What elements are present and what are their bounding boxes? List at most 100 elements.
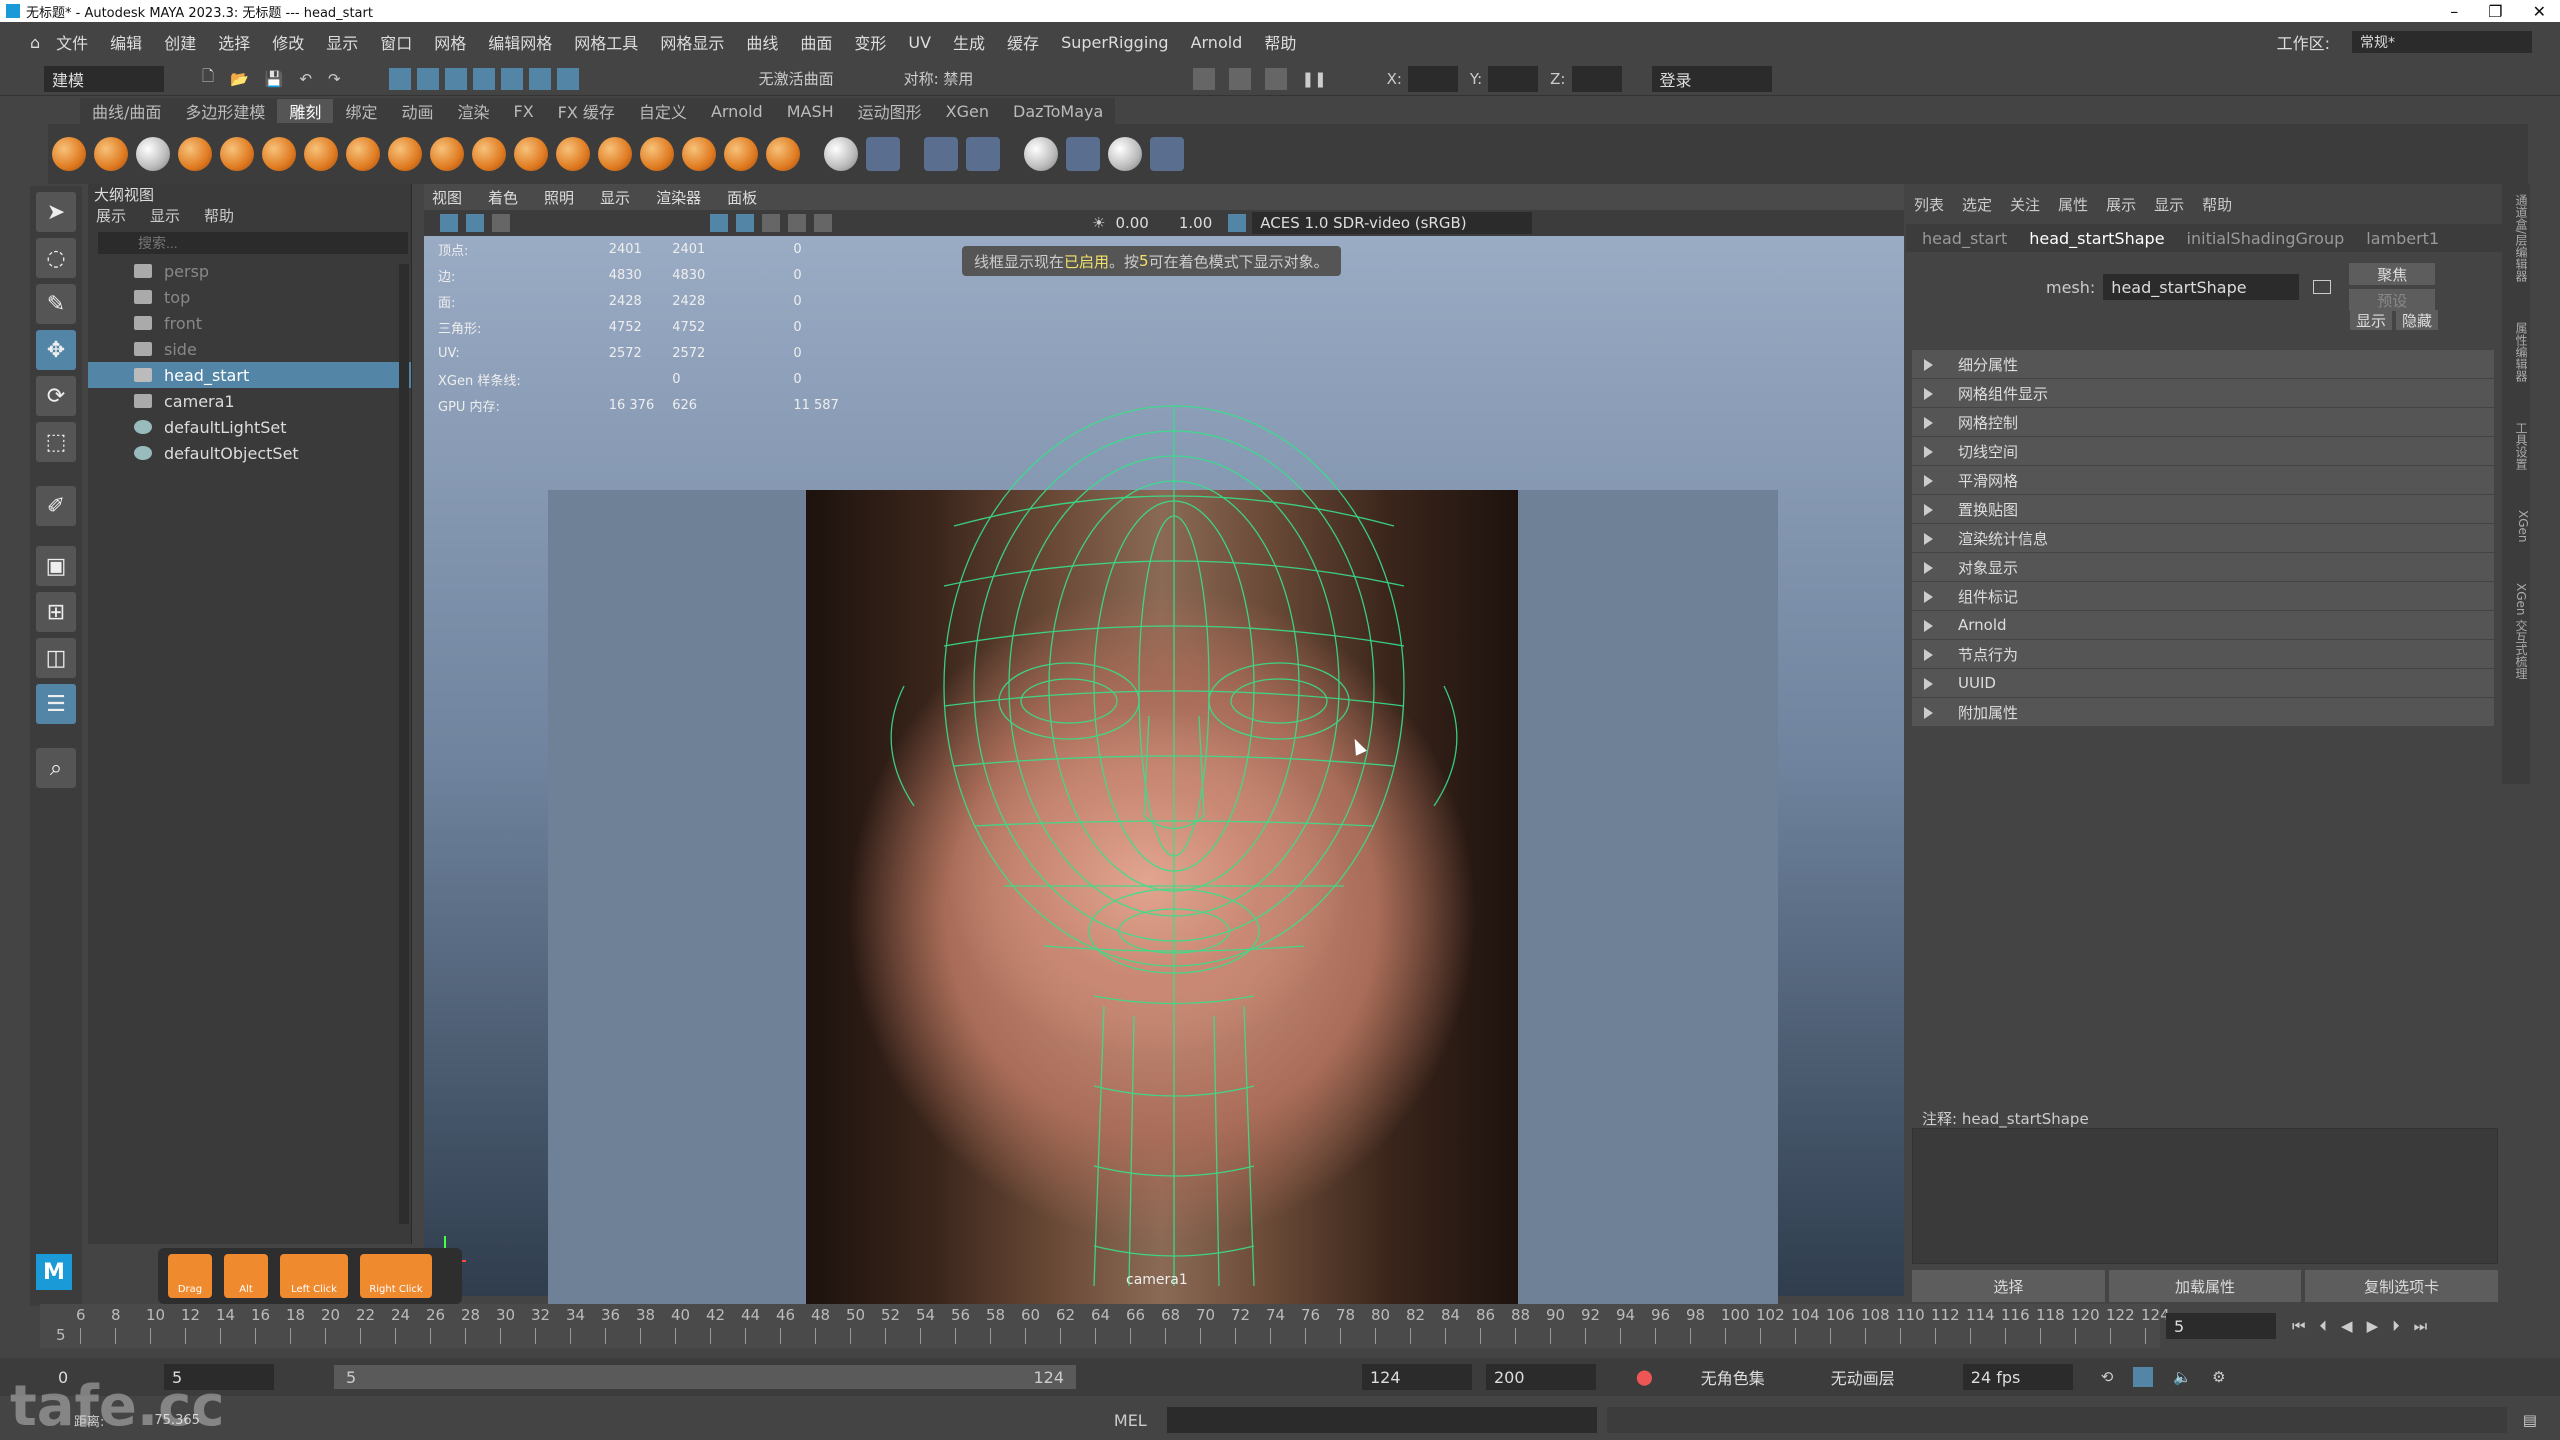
ipr-render-icon[interactable]: [1265, 67, 1288, 90]
scale-tool-icon[interactable]: ⬚: [36, 422, 76, 462]
section-render-stats[interactable]: 渲染统计信息: [1912, 524, 2494, 552]
auto-key-icon[interactable]: ⬤: [1636, 1368, 1653, 1386]
outliner-item-side[interactable]: side: [88, 336, 411, 362]
new-scene-icon[interactable]: 🗋: [202, 66, 214, 91]
smooth-tool-icon[interactable]: [94, 137, 128, 171]
focus-icon[interactable]: [2313, 280, 2332, 294]
menu-deform[interactable]: 变形: [854, 30, 886, 54]
gamma-field[interactable]: 0.00: [1115, 214, 1148, 232]
minimize-icon[interactable]: –: [2450, 2, 2458, 21]
menu-edit-mesh[interactable]: 编辑网格: [488, 30, 552, 54]
step-forward-key-icon[interactable]: ⏵: [2392, 1317, 2400, 1335]
anim-end-field[interactable]: 124: [1362, 1364, 1472, 1390]
color-management-icon[interactable]: [1228, 214, 1247, 232]
section-node-behavior[interactable]: 节点行为: [1912, 640, 2494, 668]
menu-mesh-display[interactable]: 网格显示: [660, 30, 724, 54]
channel-box-tab[interactable]: 通道盒/层编辑器: [2502, 194, 2530, 282]
sculpt-tool-icon[interactable]: [52, 137, 86, 171]
wax-tool-icon[interactable]: [472, 137, 506, 171]
color-space-select[interactable]: ACES 1.0 SDR-video (sRGB): [1252, 212, 1533, 234]
snap-curve-icon[interactable]: [500, 67, 523, 90]
tab-head-start[interactable]: head_start: [1922, 229, 2007, 248]
attr-menu-help[interactable]: 帮助: [2202, 194, 2232, 215]
shelf-tab-custom[interactable]: 自定义: [627, 99, 699, 123]
wireframe-icon[interactable]: [736, 214, 754, 232]
hide-button[interactable]: 隐藏: [2396, 310, 2438, 330]
menu-curves[interactable]: 曲线: [746, 30, 778, 54]
grid-icon[interactable]: [710, 214, 728, 232]
section-mesh-controls[interactable]: 网格控制: [1912, 408, 2494, 436]
four-view-layout-icon[interactable]: ⊞: [36, 592, 76, 632]
amplify-tool-icon[interactable]: [724, 137, 758, 171]
mesh-name-field[interactable]: head_startShape: [2103, 274, 2300, 300]
outliner-item-default-object-set[interactable]: defaultObjectSet: [88, 440, 411, 466]
step-back-frame-icon[interactable]: ◀: [2341, 1317, 2353, 1335]
vp-menu-shading[interactable]: 着色: [488, 187, 518, 208]
tab-initial-shading-group[interactable]: initialShadingGroup: [2187, 229, 2345, 248]
head-wireframe-mesh[interactable]: [864, 386, 1484, 1296]
scene-end-field[interactable]: 200: [1486, 1364, 1596, 1390]
live-surface-label[interactable]: 无激活曲面: [759, 68, 834, 89]
outliner-item-persp[interactable]: persp: [88, 258, 411, 284]
render-icon[interactable]: [1229, 67, 1252, 90]
menu-help[interactable]: 帮助: [1264, 30, 1296, 54]
section-displacement-map[interactable]: 置换贴图: [1912, 495, 2494, 523]
bookmarks-icon[interactable]: [466, 214, 484, 232]
exposure-icon[interactable]: ☀: [1092, 214, 1105, 232]
camera-attributes-icon[interactable]: [440, 214, 458, 232]
shelf-tab-motion-graphics[interactable]: 运动图形: [846, 99, 934, 123]
vp-menu-lighting[interactable]: 照明: [544, 187, 574, 208]
select-button[interactable]: 选择: [1912, 1270, 2105, 1302]
anim-prefs-icon[interactable]: ⚙: [2212, 1368, 2225, 1386]
sculpt-layer-icon[interactable]: [1150, 137, 1184, 171]
menu-set-select[interactable]: 建模: [44, 65, 164, 92]
sound-icon[interactable]: 🔈: [2173, 1368, 2192, 1386]
xray-icon[interactable]: [814, 214, 832, 232]
viewport-scene[interactable]: 顶点: 2401 2401 0 边: 4830 4830 0 面: 2428 2428 0 三角形…: [424, 236, 1904, 1306]
outliner-layout-icon[interactable]: ☰: [36, 684, 76, 724]
script-editor-icon[interactable]: ▤: [2523, 1411, 2537, 1429]
section-object-display[interactable]: 对象显示: [1912, 553, 2494, 581]
relax-tool-icon[interactable]: [136, 137, 170, 171]
attr-menu-focus[interactable]: 关注: [2010, 194, 2040, 215]
anim-layer-select[interactable]: 无动画层: [1822, 1364, 1933, 1390]
login-select[interactable]: 登录: [1651, 65, 1772, 92]
x-field[interactable]: [1407, 65, 1458, 92]
menu-display[interactable]: 显示: [326, 30, 358, 54]
attr-menu-attributes[interactable]: 属性: [2058, 194, 2088, 215]
play-icon[interactable]: ▶: [2367, 1317, 2379, 1335]
outliner-menu-help[interactable]: 帮助: [204, 205, 234, 226]
close-icon[interactable]: ✕: [2533, 2, 2546, 21]
texture-deformer-icon[interactable]: [1024, 137, 1058, 171]
blendshape-icon[interactable]: [924, 137, 958, 171]
tool-settings-tab[interactable]: 工具设置: [2502, 422, 2530, 470]
vp-menu-view[interactable]: 视图: [432, 187, 462, 208]
notes-field[interactable]: [1912, 1128, 2498, 1264]
menu-uv[interactable]: UV: [908, 33, 931, 52]
save-scene-icon[interactable]: 💾: [265, 70, 284, 88]
menu-surfaces[interactable]: 曲面: [800, 30, 832, 54]
outliner-item-default-light-set[interactable]: defaultLightSet: [88, 414, 411, 440]
shelf-tab-curves[interactable]: 曲线/曲面: [80, 99, 173, 123]
menu-generate[interactable]: 生成: [953, 30, 985, 54]
menu-create[interactable]: 创建: [164, 30, 196, 54]
smear-tool-icon[interactable]: [640, 137, 674, 171]
section-mesh-component-display[interactable]: 网格组件显示: [1912, 379, 2494, 407]
shelf-tab-fx[interactable]: FX: [501, 102, 545, 121]
lasso-tool-icon[interactable]: ◌: [36, 238, 76, 278]
tab-head-start-shape[interactable]: head_startShape: [2029, 229, 2164, 248]
open-scene-icon[interactable]: 📂: [230, 70, 249, 88]
outliner-scrollbar[interactable]: [399, 264, 409, 1224]
grab-tool-icon[interactable]: [178, 137, 212, 171]
shelf-tab-rigging[interactable]: 绑定: [333, 99, 389, 123]
workspace-select[interactable]: 常规*: [2352, 31, 2532, 53]
loop-icon[interactable]: ⟲: [2101, 1368, 2114, 1386]
select-tool-icon[interactable]: ➤: [36, 192, 76, 232]
menu-file[interactable]: 文件: [56, 30, 88, 54]
xgen-tab[interactable]: XGen: [2502, 510, 2530, 543]
section-extra-attributes[interactable]: 附加属性: [1912, 698, 2494, 726]
cache-playback-icon[interactable]: [2133, 1367, 2154, 1387]
go-to-start-icon[interactable]: ⏮: [2292, 1317, 2306, 1335]
exposure-field[interactable]: 1.00: [1179, 214, 1212, 232]
foamy-tool-icon[interactable]: [304, 137, 338, 171]
